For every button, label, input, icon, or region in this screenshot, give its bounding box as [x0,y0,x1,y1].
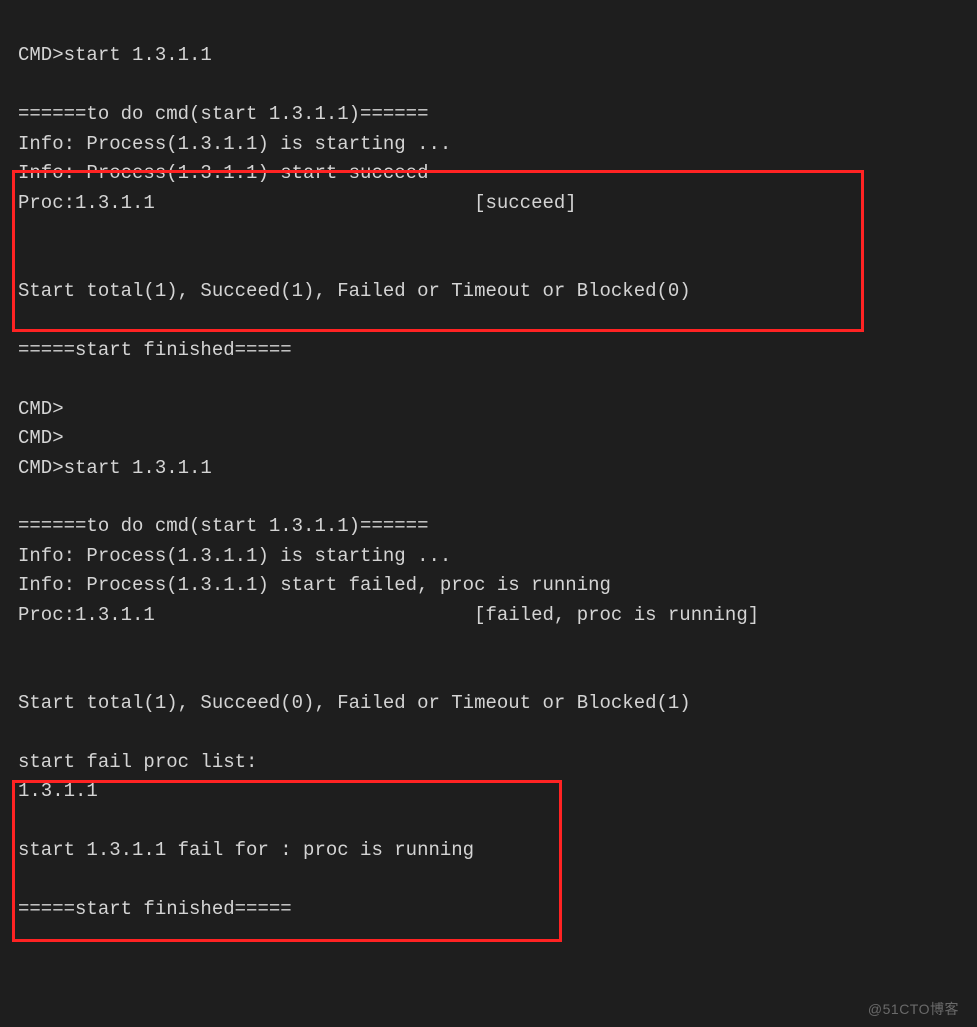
watermark: @51CTO博客 [868,999,959,1019]
terminal-line: Start total(1), Succeed(1), Failed or Ti… [18,280,691,302]
terminal-line: start fail proc list: [18,751,257,773]
terminal-line: Proc:1.3.1.1 [failed, proc is running] [18,604,759,626]
terminal-line: =====start finished===== [18,898,292,920]
terminal-line: CMD>start 1.3.1.1 [18,44,212,66]
terminal-line: CMD> [18,427,64,449]
terminal-line: CMD> [18,398,64,420]
terminal-line: 1.3.1.1 [18,780,98,802]
terminal-line: Info: Process(1.3.1.1) is starting ... [18,133,451,155]
terminal-line: CMD>start 1.3.1.1 [18,457,212,479]
terminal-line: =====start finished===== [18,339,292,361]
terminal-line: Info: Process(1.3.1.1) is starting ... [18,545,451,567]
terminal-output[interactable]: CMD>start 1.3.1.1 ======to do cmd(start … [0,0,977,943]
terminal-line: Start total(1), Succeed(0), Failed or Ti… [18,692,691,714]
terminal-line: Proc:1.3.1.1 [succeed] [18,192,577,214]
terminal-line: start 1.3.1.1 fail for : proc is running [18,839,474,861]
terminal-line: ======to do cmd(start 1.3.1.1)====== [18,103,428,125]
terminal-line: Info: Process(1.3.1.1) start succeed [18,162,428,184]
terminal-line: ======to do cmd(start 1.3.1.1)====== [18,515,428,537]
terminal-line: Info: Process(1.3.1.1) start failed, pro… [18,574,611,596]
